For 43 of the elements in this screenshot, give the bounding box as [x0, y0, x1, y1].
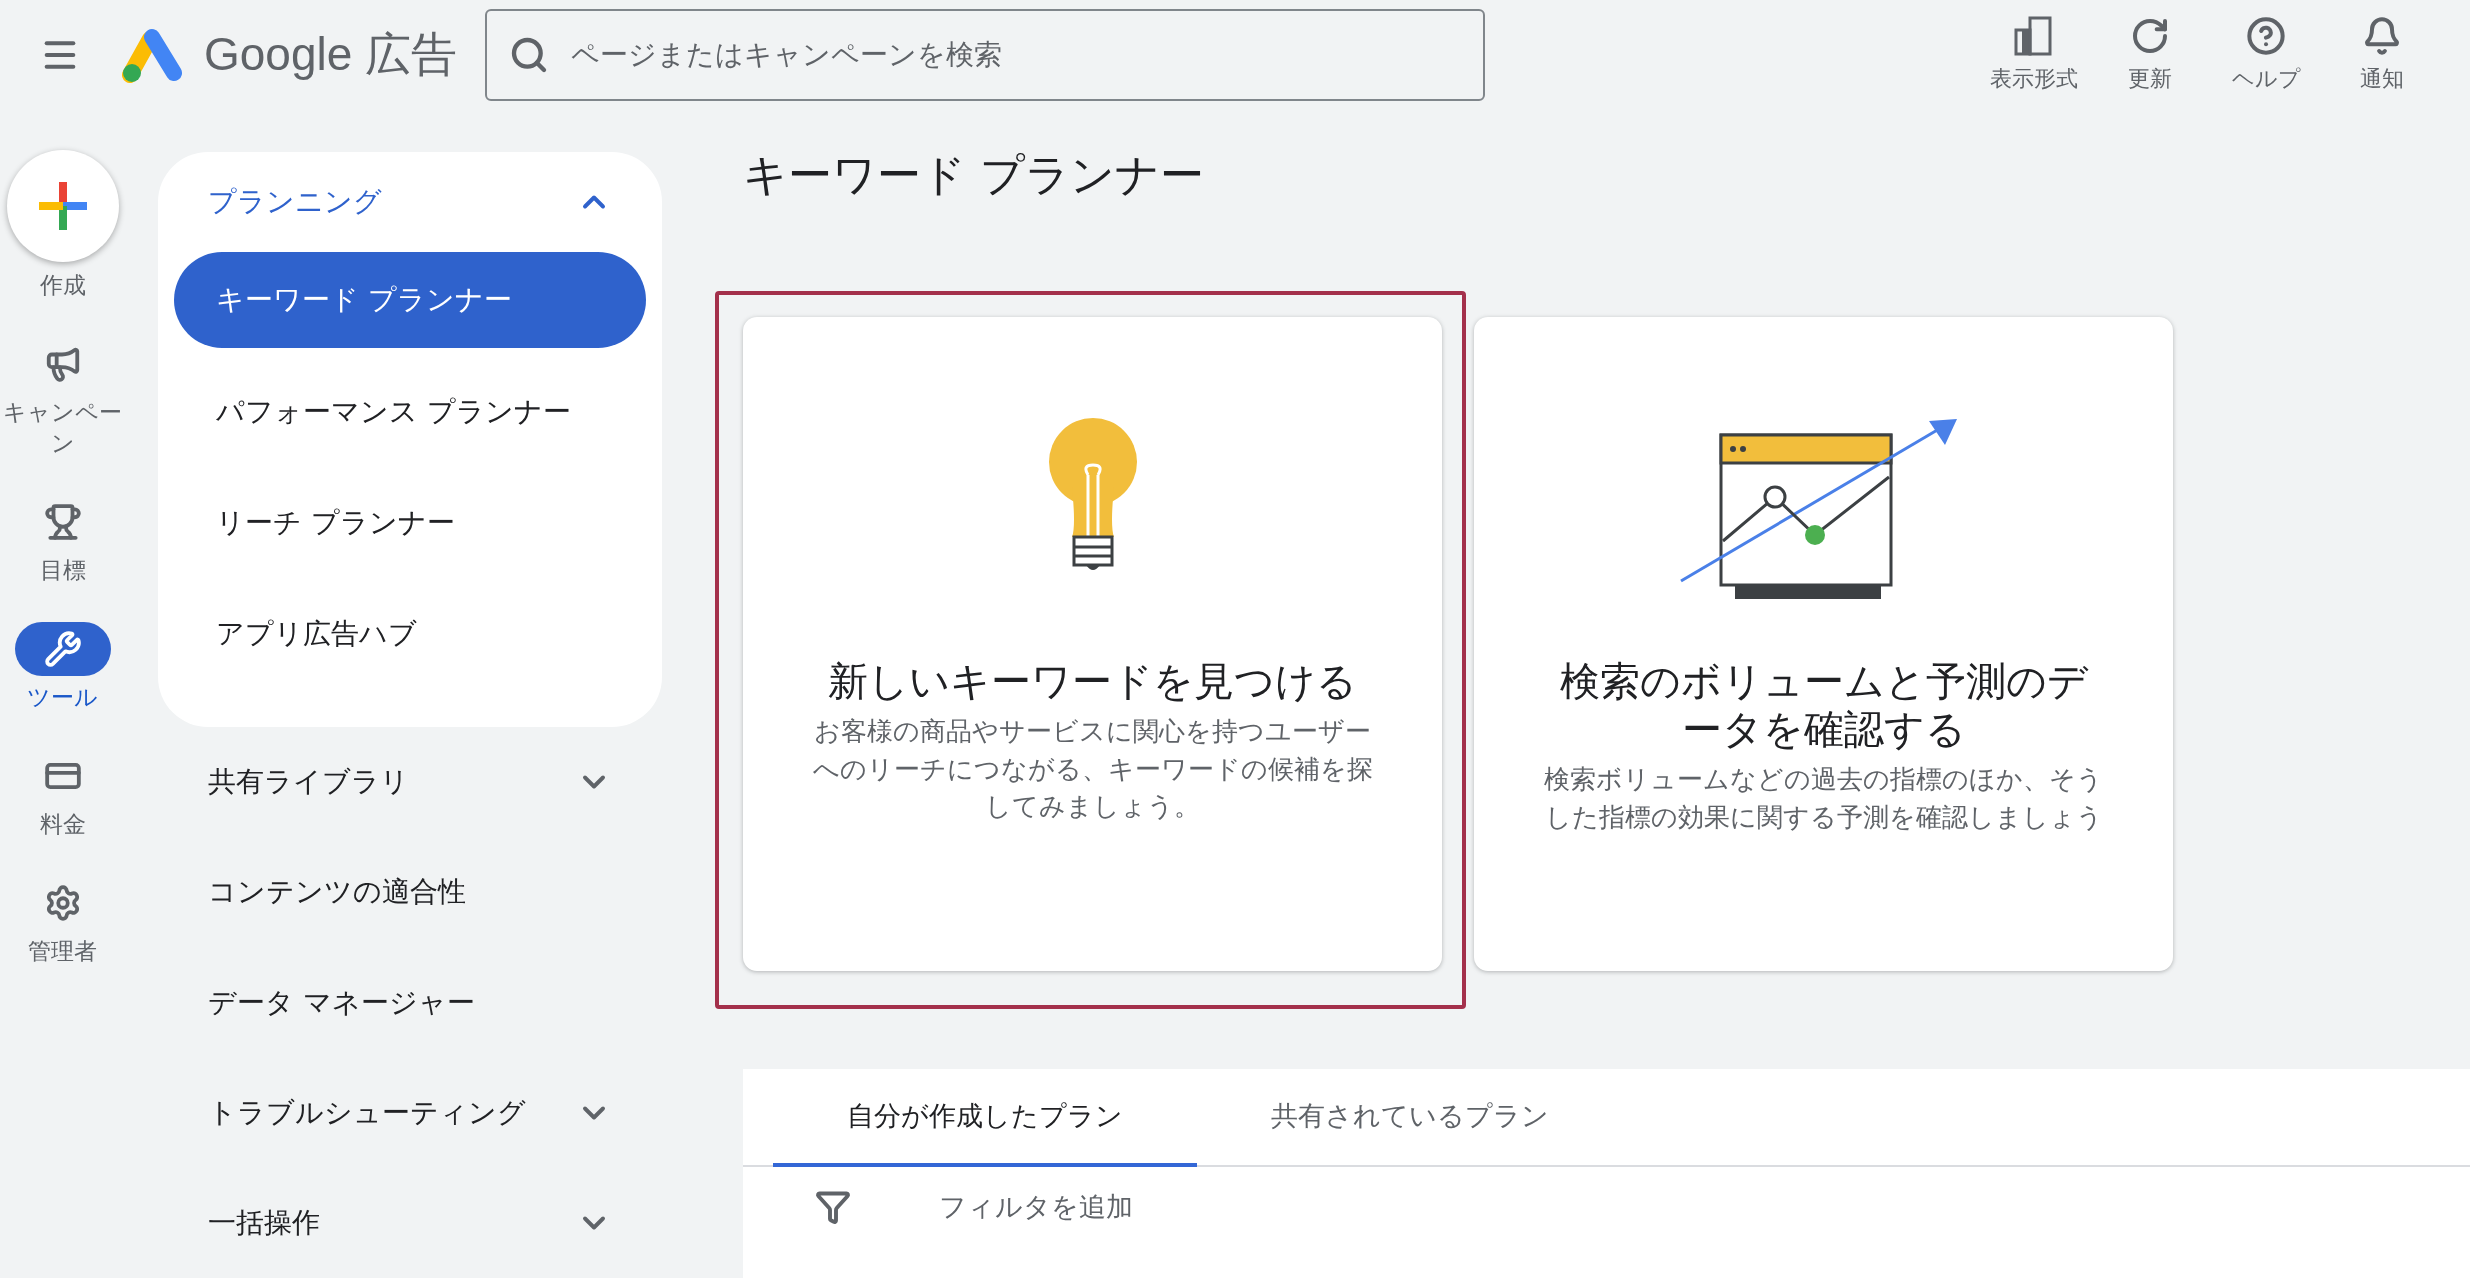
search-field[interactable]: ページまたはキャンペーンを検索	[485, 9, 1486, 101]
nav-item[interactable]: トラブルシューティング	[158, 1057, 662, 1168]
wrench-icon	[43, 630, 82, 668]
rail-item[interactable]: 料金	[0, 749, 125, 840]
card-description: お客様の商品やサービスに関心を持つユーザーへのリーチにつながる、キーワードの候補を探してみましょう。	[812, 715, 1373, 824]
rail-item[interactable]: 管理者	[0, 876, 125, 967]
plan-tab[interactable]: 共有されているプラン	[1197, 1069, 1623, 1167]
bar-chart-icon	[2014, 16, 2054, 56]
refresh-icon	[2130, 16, 2170, 56]
nav-item[interactable]: キーワード プランナー	[174, 252, 646, 348]
create-button[interactable]	[6, 150, 119, 262]
toolbar-button[interactable]: 表示形式	[1986, 16, 2082, 94]
plus-icon	[38, 182, 87, 230]
rail-item[interactable]: ツール	[0, 622, 125, 713]
nav-item[interactable]: リーチ プランナー	[174, 467, 646, 578]
rail-item[interactable]: キャンペーン	[0, 337, 125, 459]
option-card[interactable]: 検索のボリュームと予測のデータを確認する 検索ボリュームなどの過去の指標のほか、そうした指標の効果に関する予測を確認しましょう	[1474, 317, 2173, 971]
page-title: キーワード プランナー	[743, 148, 1205, 202]
nav-item[interactable]: データ マネージャー	[158, 947, 662, 1058]
nav-section-header[interactable]: プランニング	[174, 152, 646, 252]
toolbar-button[interactable]: ヘルプ	[2218, 16, 2314, 94]
product-logo-text: Google 広告	[204, 27, 458, 82]
data-point	[1804, 525, 1825, 545]
add-filter-button[interactable]: フィルタを追加	[939, 1189, 1133, 1225]
plan-tab[interactable]: 自分が作成したプラン	[773, 1069, 1197, 1167]
trophy-icon	[43, 503, 82, 541]
nav-item[interactable]: 一括操作	[158, 1167, 662, 1278]
nav-item[interactable]: 共有ライブラリ	[158, 727, 662, 838]
card-title: 新しいキーワードを見つける	[828, 657, 1357, 705]
data-point	[1763, 485, 1786, 509]
toolbar-button[interactable]: 通知	[2334, 16, 2430, 94]
card-title: 検索のボリュームと予測のデータを確認する	[1558, 657, 2090, 753]
nav-item[interactable]: パフォーマンス プランナー	[174, 356, 646, 467]
bell-icon	[2362, 16, 2402, 56]
nav-item[interactable]: コンテンツの適合性	[158, 837, 662, 948]
help-icon	[2246, 16, 2286, 56]
toolbar-button[interactable]: 更新	[2102, 16, 2198, 94]
filter-icon	[815, 1189, 851, 1225]
create-label: 作成	[38, 271, 87, 300]
card-description: 検索ボリュームなどの過去の指標のほか、そうした指標の効果に関する予測を確認しましょう	[1543, 763, 2104, 834]
nav-item[interactable]: アプリ広告ハブ	[174, 578, 646, 689]
option-card[interactable]: 新しいキーワードを見つける お客様の商品やサービスに関心を持つユーザーへのリーチにつながる、キーワードの候補を探してみましょう。	[743, 317, 1442, 971]
rail-item[interactable]: 目標	[0, 495, 125, 586]
